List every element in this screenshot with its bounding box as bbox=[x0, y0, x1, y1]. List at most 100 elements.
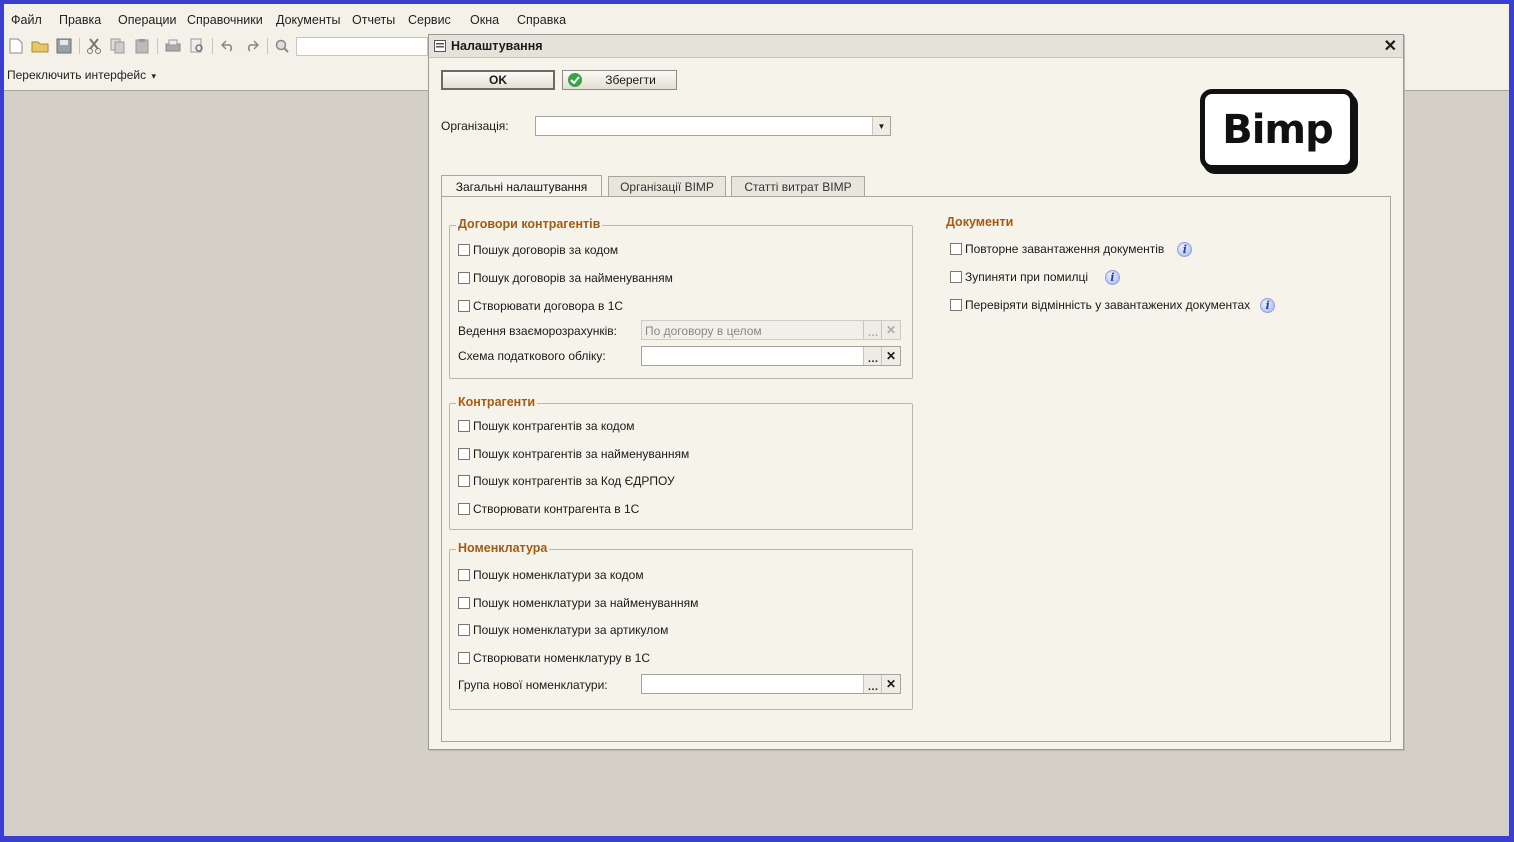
print-preview-icon[interactable] bbox=[187, 36, 207, 56]
checkbox[interactable] bbox=[950, 299, 962, 311]
ok-button[interactable]: OK bbox=[441, 70, 555, 90]
checkbox[interactable] bbox=[950, 243, 962, 255]
cut-icon[interactable] bbox=[84, 36, 104, 56]
tab-general-settings[interactable]: Загальні налаштування bbox=[441, 175, 602, 197]
nomenclature-search-by-name[interactable]: Пошук номенклатури за найменуванням bbox=[458, 595, 698, 611]
open-folder-icon[interactable] bbox=[30, 36, 50, 56]
switch-interface-menu[interactable]: Переключить интерфейс ▾ bbox=[7, 68, 156, 82]
menu-references[interactable]: Справочники bbox=[187, 13, 263, 27]
nomenclature-group: Номенклатура Пошук номенклатури за кодом… bbox=[449, 541, 913, 710]
new-nomenclature-group-label: Група нової номенклатури: bbox=[458, 678, 608, 692]
checkmark-icon bbox=[568, 73, 582, 87]
checkbox[interactable] bbox=[458, 475, 470, 487]
tax-scheme-field[interactable]: … ✕ bbox=[641, 346, 901, 366]
menu-service[interactable]: Сервис bbox=[408, 13, 451, 27]
ellipsis-icon[interactable]: … bbox=[863, 347, 882, 365]
checkbox[interactable] bbox=[458, 300, 470, 312]
toolbar-search-input[interactable] bbox=[296, 37, 428, 56]
organization-select[interactable]: ▼ bbox=[535, 116, 891, 136]
paste-icon[interactable] bbox=[132, 36, 152, 56]
checkbox[interactable] bbox=[458, 244, 470, 256]
info-icon[interactable]: i bbox=[1260, 297, 1276, 313]
new-document-icon[interactable] bbox=[6, 36, 26, 56]
contracts-create-in-1c[interactable]: Створювати договора в 1С bbox=[458, 298, 623, 314]
checkbox-label: Пошук номенклатури за кодом bbox=[473, 568, 644, 582]
toolbar-separator bbox=[212, 38, 213, 54]
contracts-group-title: Договори контрагентів bbox=[456, 217, 603, 231]
settlement-value: По договору в целом bbox=[645, 324, 762, 338]
nomenclature-create-in-1c[interactable]: Створювати номенклатуру в 1С bbox=[458, 650, 650, 666]
counterparties-search-by-code[interactable]: Пошук контрагентів за кодом bbox=[458, 418, 635, 434]
documents-check-differences[interactable]: Перевіряти відмінність у завантажених до… bbox=[950, 297, 1276, 313]
clear-icon[interactable]: ✕ bbox=[881, 675, 900, 693]
checkbox[interactable] bbox=[458, 624, 470, 636]
checkbox-label: Пошук номенклатури за артикулом bbox=[473, 623, 669, 637]
counterparties-create-in-1c[interactable]: Створювати контрагента в 1С bbox=[458, 501, 639, 517]
tax-scheme-label: Схема податкового обліку: bbox=[458, 349, 606, 363]
nomenclature-search-by-code[interactable]: Пошук номенклатури за кодом bbox=[458, 567, 644, 583]
redo-icon[interactable] bbox=[242, 36, 262, 56]
print-icon[interactable] bbox=[163, 36, 183, 56]
checkbox[interactable] bbox=[458, 569, 470, 581]
checkbox-label: Пошук номенклатури за найменуванням bbox=[473, 596, 699, 610]
contracts-group: Договори контрагентів Пошук договорів за… bbox=[449, 217, 913, 379]
dropdown-arrow-icon[interactable]: ▼ bbox=[872, 117, 890, 135]
toolbar-separator bbox=[157, 38, 158, 54]
info-icon[interactable]: i bbox=[1177, 241, 1193, 257]
organization-label: Організація: bbox=[441, 119, 509, 133]
documents-stop-on-error[interactable]: Зупиняти при помилці i bbox=[950, 269, 1120, 285]
checkbox-label: Пошук контрагентів за найменуванням bbox=[473, 447, 690, 461]
checkbox[interactable] bbox=[458, 503, 470, 515]
documents-reload[interactable]: Повторне завантаження документів i bbox=[950, 241, 1193, 257]
counterparties-group: Контрагенти Пошук контрагентів за кодом … bbox=[449, 395, 913, 530]
save-button[interactable]: Зберегти bbox=[562, 70, 677, 90]
checkbox[interactable] bbox=[458, 272, 470, 284]
clear-icon[interactable]: ✕ bbox=[881, 347, 900, 365]
counterparties-search-by-name[interactable]: Пошук контрагентів за найменуванням bbox=[458, 446, 689, 462]
contracts-search-by-code[interactable]: Пошук договорів за кодом bbox=[458, 242, 618, 258]
checkbox[interactable] bbox=[458, 597, 470, 609]
menu-windows[interactable]: Окна bbox=[470, 13, 499, 27]
menu-edit[interactable]: Правка bbox=[59, 13, 101, 27]
dialog-title-bar: Налаштування ✕ bbox=[429, 35, 1403, 58]
menu-operations[interactable]: Операции bbox=[118, 13, 176, 27]
bimp-logo-text: Bimp bbox=[1222, 106, 1334, 153]
ellipsis-icon: … bbox=[863, 321, 882, 339]
chevron-down-icon: ▾ bbox=[151, 71, 156, 81]
contracts-search-by-name[interactable]: Пошук договорів за найменуванням bbox=[458, 270, 673, 286]
nomenclature-group-title: Номенклатура bbox=[456, 541, 550, 555]
settings-dialog: Налаштування ✕ OK Зберегти Організація: … bbox=[428, 34, 1404, 750]
checkbox[interactable] bbox=[950, 271, 962, 283]
nomenclature-search-by-article[interactable]: Пошук номенклатури за артикулом bbox=[458, 622, 668, 638]
settings-form-icon bbox=[434, 40, 446, 55]
menu-help[interactable]: Справка bbox=[517, 13, 566, 27]
search-icon[interactable] bbox=[272, 36, 292, 56]
tab-bimp-organizations[interactable]: Організації BIMP bbox=[608, 176, 726, 196]
menu-file[interactable]: Файл bbox=[11, 13, 42, 27]
counterparties-search-by-edrpou[interactable]: Пошук контрагентів за Код ЄДРПОУ bbox=[458, 473, 675, 489]
tab-bimp-expense-items[interactable]: Статті витрат BIMP bbox=[731, 176, 865, 196]
checkbox-label: Повторне завантаження документів bbox=[965, 242, 1165, 256]
toolbar-separator bbox=[267, 38, 268, 54]
menu-documents[interactable]: Документы bbox=[276, 13, 340, 27]
ellipsis-icon[interactable]: … bbox=[863, 675, 882, 693]
save-button-label: Зберегти bbox=[605, 73, 656, 87]
checkbox-label: Пошук контрагентів за кодом bbox=[473, 419, 635, 433]
counterparties-group-title: Контрагенти bbox=[456, 395, 538, 409]
checkbox-label: Створювати контрагента в 1С bbox=[473, 502, 640, 516]
checkbox[interactable] bbox=[458, 420, 470, 432]
checkbox[interactable] bbox=[458, 652, 470, 664]
info-icon[interactable]: i bbox=[1104, 269, 1120, 285]
menu-reports[interactable]: Отчеты bbox=[352, 13, 395, 27]
bimp-logo: Bimp bbox=[1200, 89, 1355, 170]
undo-icon[interactable] bbox=[218, 36, 238, 56]
checkbox-label: Перевіряти відмінність у завантажених до… bbox=[965, 298, 1251, 312]
checkbox[interactable] bbox=[458, 448, 470, 460]
switch-interface-label: Переключить интерфейс bbox=[7, 68, 147, 82]
new-nomenclature-group-field[interactable]: … ✕ bbox=[641, 674, 901, 694]
dialog-title: Налаштування bbox=[451, 39, 543, 53]
application-window: Файл Правка Операции Справочники Докумен… bbox=[4, 4, 1509, 836]
save-disk-icon[interactable] bbox=[54, 36, 74, 56]
close-icon[interactable]: ✕ bbox=[1384, 36, 1397, 56]
copy-icon[interactable] bbox=[108, 36, 128, 56]
